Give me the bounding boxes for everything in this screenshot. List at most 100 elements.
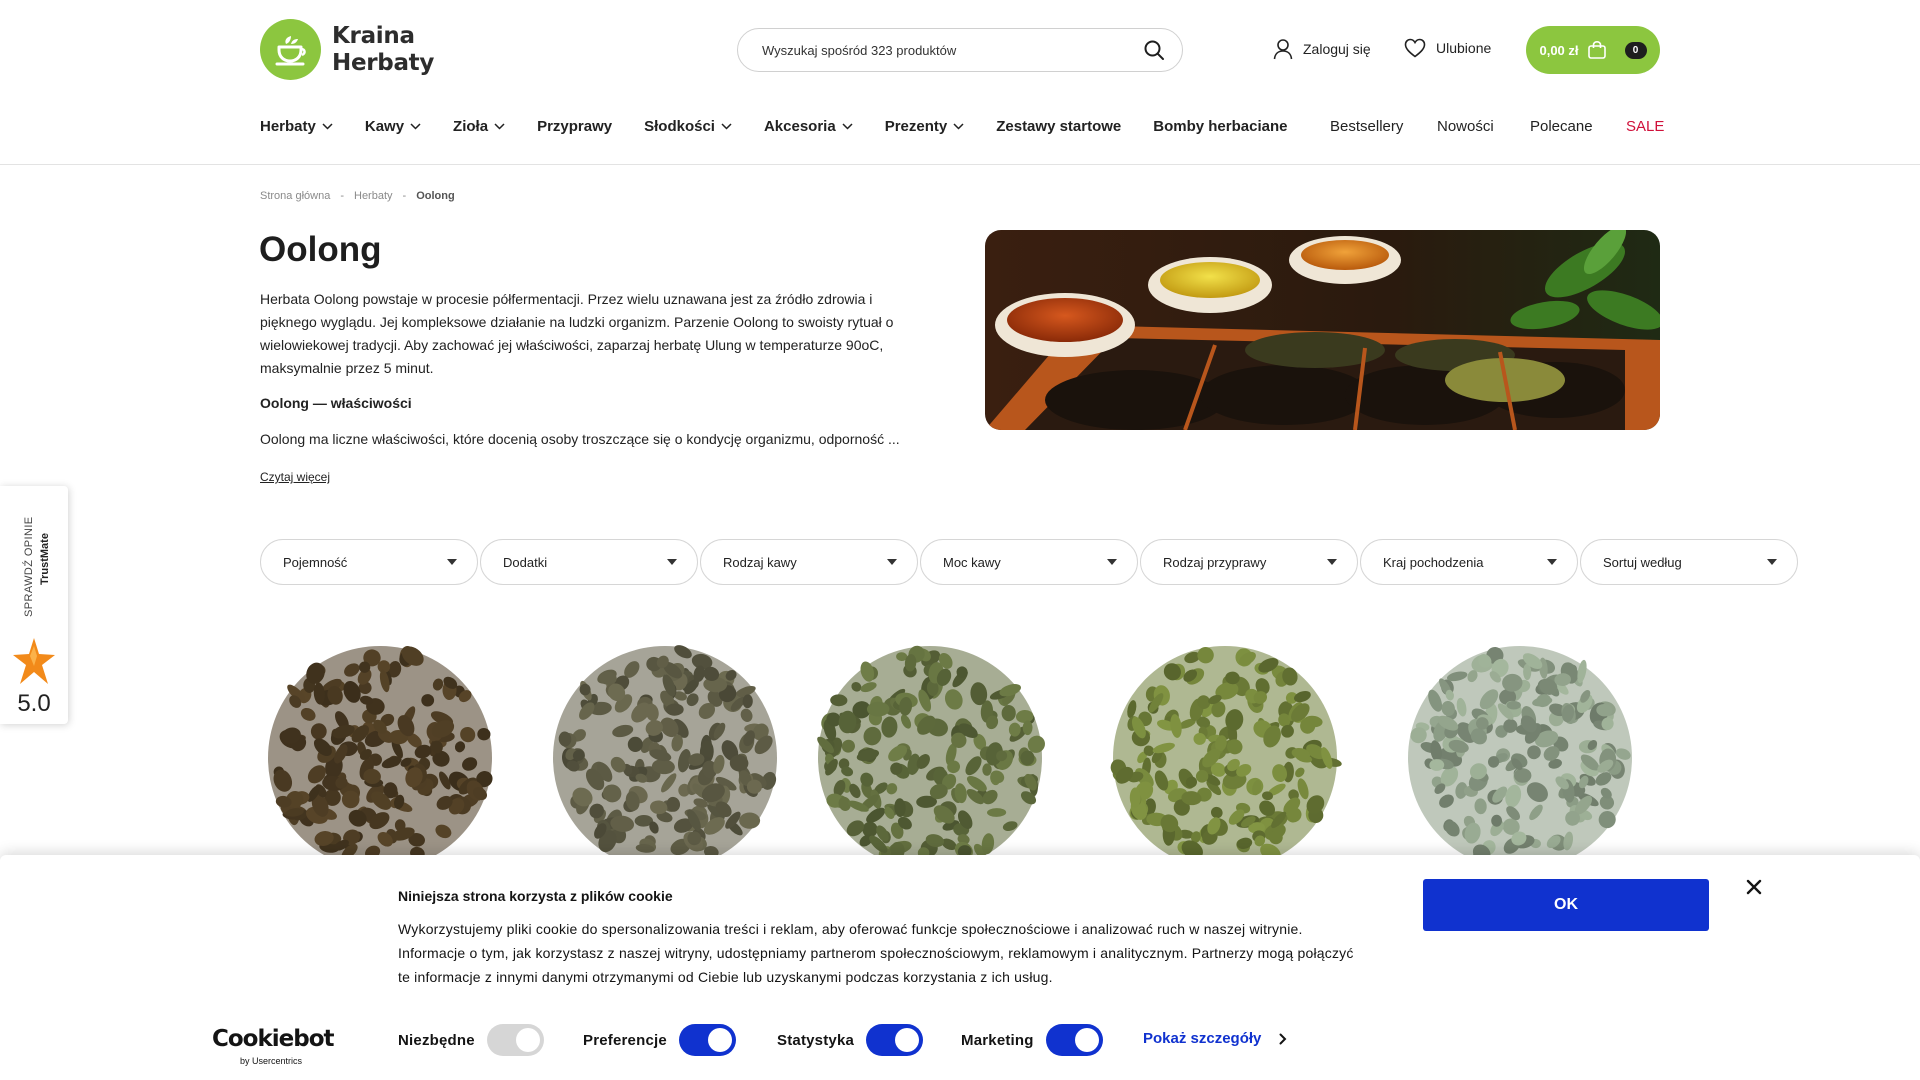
filter-dropdown[interactable]: Moc kawy <box>920 539 1138 585</box>
filter-dropdown[interactable]: Rodzaj przyprawy <box>1140 539 1358 585</box>
caret-down-icon <box>1327 559 1337 565</box>
cookie-title: Niniejsza strona korzysta z plików cooki… <box>398 888 673 904</box>
cookiebot-sub: by Usercentrics <box>240 1056 303 1066</box>
category-hero-image <box>985 230 1660 430</box>
nav-item-kawy[interactable]: Kawy <box>365 118 421 135</box>
logo-line-1: Kraina <box>332 22 415 49</box>
toggle-marketing[interactable] <box>1045 1024 1103 1056</box>
favorites-link[interactable]: Ulubione <box>1404 38 1491 58</box>
favorites-label: Ulubione <box>1436 40 1492 56</box>
search-bar <box>737 28 1183 72</box>
category-description: Herbata Oolong powstaje w procesie półfe… <box>260 291 894 376</box>
breadcrumb-separator: - <box>402 190 407 202</box>
product-image <box>1110 646 1342 870</box>
chevron-down-icon <box>721 123 732 130</box>
nav-item-label: Kawy <box>364 118 405 135</box>
chevron-down-icon <box>494 123 505 130</box>
nav-item-label: Przyprawy <box>537 118 613 135</box>
breadcrumb-current: Oolong <box>416 190 455 202</box>
filter-dropdown[interactable]: Rodzaj kawy <box>700 539 918 585</box>
product-card[interactable] <box>810 640 1050 870</box>
login-label: Zaloguj się <box>1303 41 1371 57</box>
filter-label: Sortuj według <box>1603 554 1682 570</box>
login-link[interactable]: Zaloguj się <box>1273 38 1371 60</box>
category-description-2: Oolong ma liczne właściwości, które doce… <box>260 431 900 447</box>
chevron-down-icon <box>953 123 964 130</box>
filter-dropdown[interactable]: Pojemność <box>260 539 478 585</box>
trustmate-score: 5.0 <box>17 690 51 717</box>
breadcrumb-herbaty[interactable]: Herbaty <box>354 190 393 202</box>
filter-dropdown[interactable]: Sortuj według <box>1580 539 1798 585</box>
cookie-banner: Niniejsza strona korzysta z plików cooki… <box>0 855 1920 1080</box>
trustmate-brand: TrustMate <box>39 533 51 585</box>
chevron-right-icon <box>1279 1033 1287 1044</box>
nav-polecane[interactable]: Polecane <box>1530 118 1593 135</box>
site-header: Kraina Herbaty Zaloguj się Ulubione 0,00… <box>0 0 1920 165</box>
trustmate-widget[interactable]: SPRAWDŹ OPINIE TrustMate 5.0 <box>0 486 68 724</box>
page-title: Oolong <box>259 230 382 269</box>
toggle-statystyka[interactable] <box>866 1024 924 1056</box>
filter-label: Dodatki <box>503 554 548 570</box>
nav-item-label: Herbaty <box>260 118 316 135</box>
nav-item-słodkości[interactable]: Słodkości <box>644 118 732 135</box>
caret-down-icon <box>667 559 677 565</box>
cart-count-badge: 0 <box>1624 41 1647 59</box>
logo-link[interactable]: Kraina Herbaty <box>260 19 434 80</box>
cart-button[interactable]: 0,00 zł 0 <box>1526 26 1660 74</box>
nav-bestsellery[interactable]: Bestsellery <box>1330 118 1403 135</box>
logo-line-2: Herbaty <box>332 49 435 76</box>
cookiebot-brand: Cookiebot <box>212 1026 335 1052</box>
toggle-label-marketing: Marketing <box>961 1031 1034 1049</box>
filter-label: Moc kawy <box>943 554 1001 570</box>
nav-sale[interactable]: SALE <box>1626 118 1664 135</box>
nav-nowosci[interactable]: Nowości <box>1437 118 1494 135</box>
product-card[interactable] <box>1105 640 1345 870</box>
nav-item-zioła[interactable]: Zioła <box>453 118 505 135</box>
search-input[interactable] <box>762 42 1142 58</box>
nav-item-akcesoria[interactable]: Akcesoria <box>764 118 853 135</box>
product-card[interactable] <box>545 640 785 870</box>
breadcrumb: Strona główna - Herbaty - Oolong <box>260 190 455 202</box>
product-image <box>1408 646 1632 870</box>
toggle-group-statystyka: Statystyka <box>777 1024 924 1056</box>
main-nav: Herbaty Kawy Zioła Przyprawy Słodkości Akceso… <box>260 118 1319 135</box>
filter-dropdown[interactable]: Kraj pochodzenia <box>1360 539 1578 585</box>
show-details-label: Pokaż szczegóły <box>1143 1030 1262 1047</box>
nav-item-herbaty[interactable]: Herbaty <box>260 118 333 135</box>
cookie-ok-button[interactable]: OK <box>1423 879 1709 931</box>
nav-item-label: Zioła <box>453 118 489 135</box>
caret-down-icon <box>447 559 457 565</box>
heart-icon <box>1404 38 1426 58</box>
product-image <box>553 645 777 870</box>
read-more-link[interactable]: Czytaj więcej <box>260 470 330 484</box>
breadcrumb-home[interactable]: Strona główna <box>260 190 330 202</box>
toggle-group-preferencje: Preferencje <box>583 1024 736 1056</box>
search-icon[interactable] <box>1142 38 1166 62</box>
toggle-label-niezbedne: Niezbędne <box>398 1031 475 1049</box>
filter-label: Rodzaj przyprawy <box>1163 554 1267 570</box>
nav-item-przyprawy[interactable]: Przyprawy <box>537 118 612 135</box>
product-grid <box>260 640 1660 870</box>
toggle-group-niezbedne: Niezbędne <box>398 1024 544 1056</box>
cookie-text: Wykorzystujemy pliki cookie do spersonal… <box>398 921 1354 985</box>
trustmate-check-label: SPRAWDŹ OPINIE <box>23 516 35 617</box>
nav-item-bomby-herbaciane[interactable]: Bomby herbaciane <box>1153 118 1287 135</box>
toggle-niezbedne <box>486 1024 544 1056</box>
nav-item-prezenty[interactable]: Prezenty <box>885 118 965 135</box>
show-details-link[interactable]: Pokaż szczegóły <box>1143 1030 1287 1047</box>
caret-down-icon <box>1767 559 1777 565</box>
nav-item-label: Akcesoria <box>763 118 836 135</box>
teacup-logo-icon <box>260 19 321 80</box>
product-card[interactable] <box>1400 640 1640 870</box>
filter-dropdown[interactable]: Dodatki <box>480 539 698 585</box>
product-card[interactable] <box>260 640 500 870</box>
caret-down-icon <box>1107 559 1117 565</box>
nav-item-zestawy-startowe[interactable]: Zestawy startowe <box>996 118 1121 135</box>
shopping-bag-icon <box>1587 40 1606 59</box>
caret-down-icon <box>887 559 897 565</box>
close-icon[interactable] <box>1742 875 1766 899</box>
cart-total: 0,00 zł <box>1539 42 1579 58</box>
nav-item-label: Bomby herbaciane <box>1153 118 1288 135</box>
toggle-preferencje[interactable] <box>678 1024 736 1056</box>
chevron-down-icon <box>410 123 421 130</box>
